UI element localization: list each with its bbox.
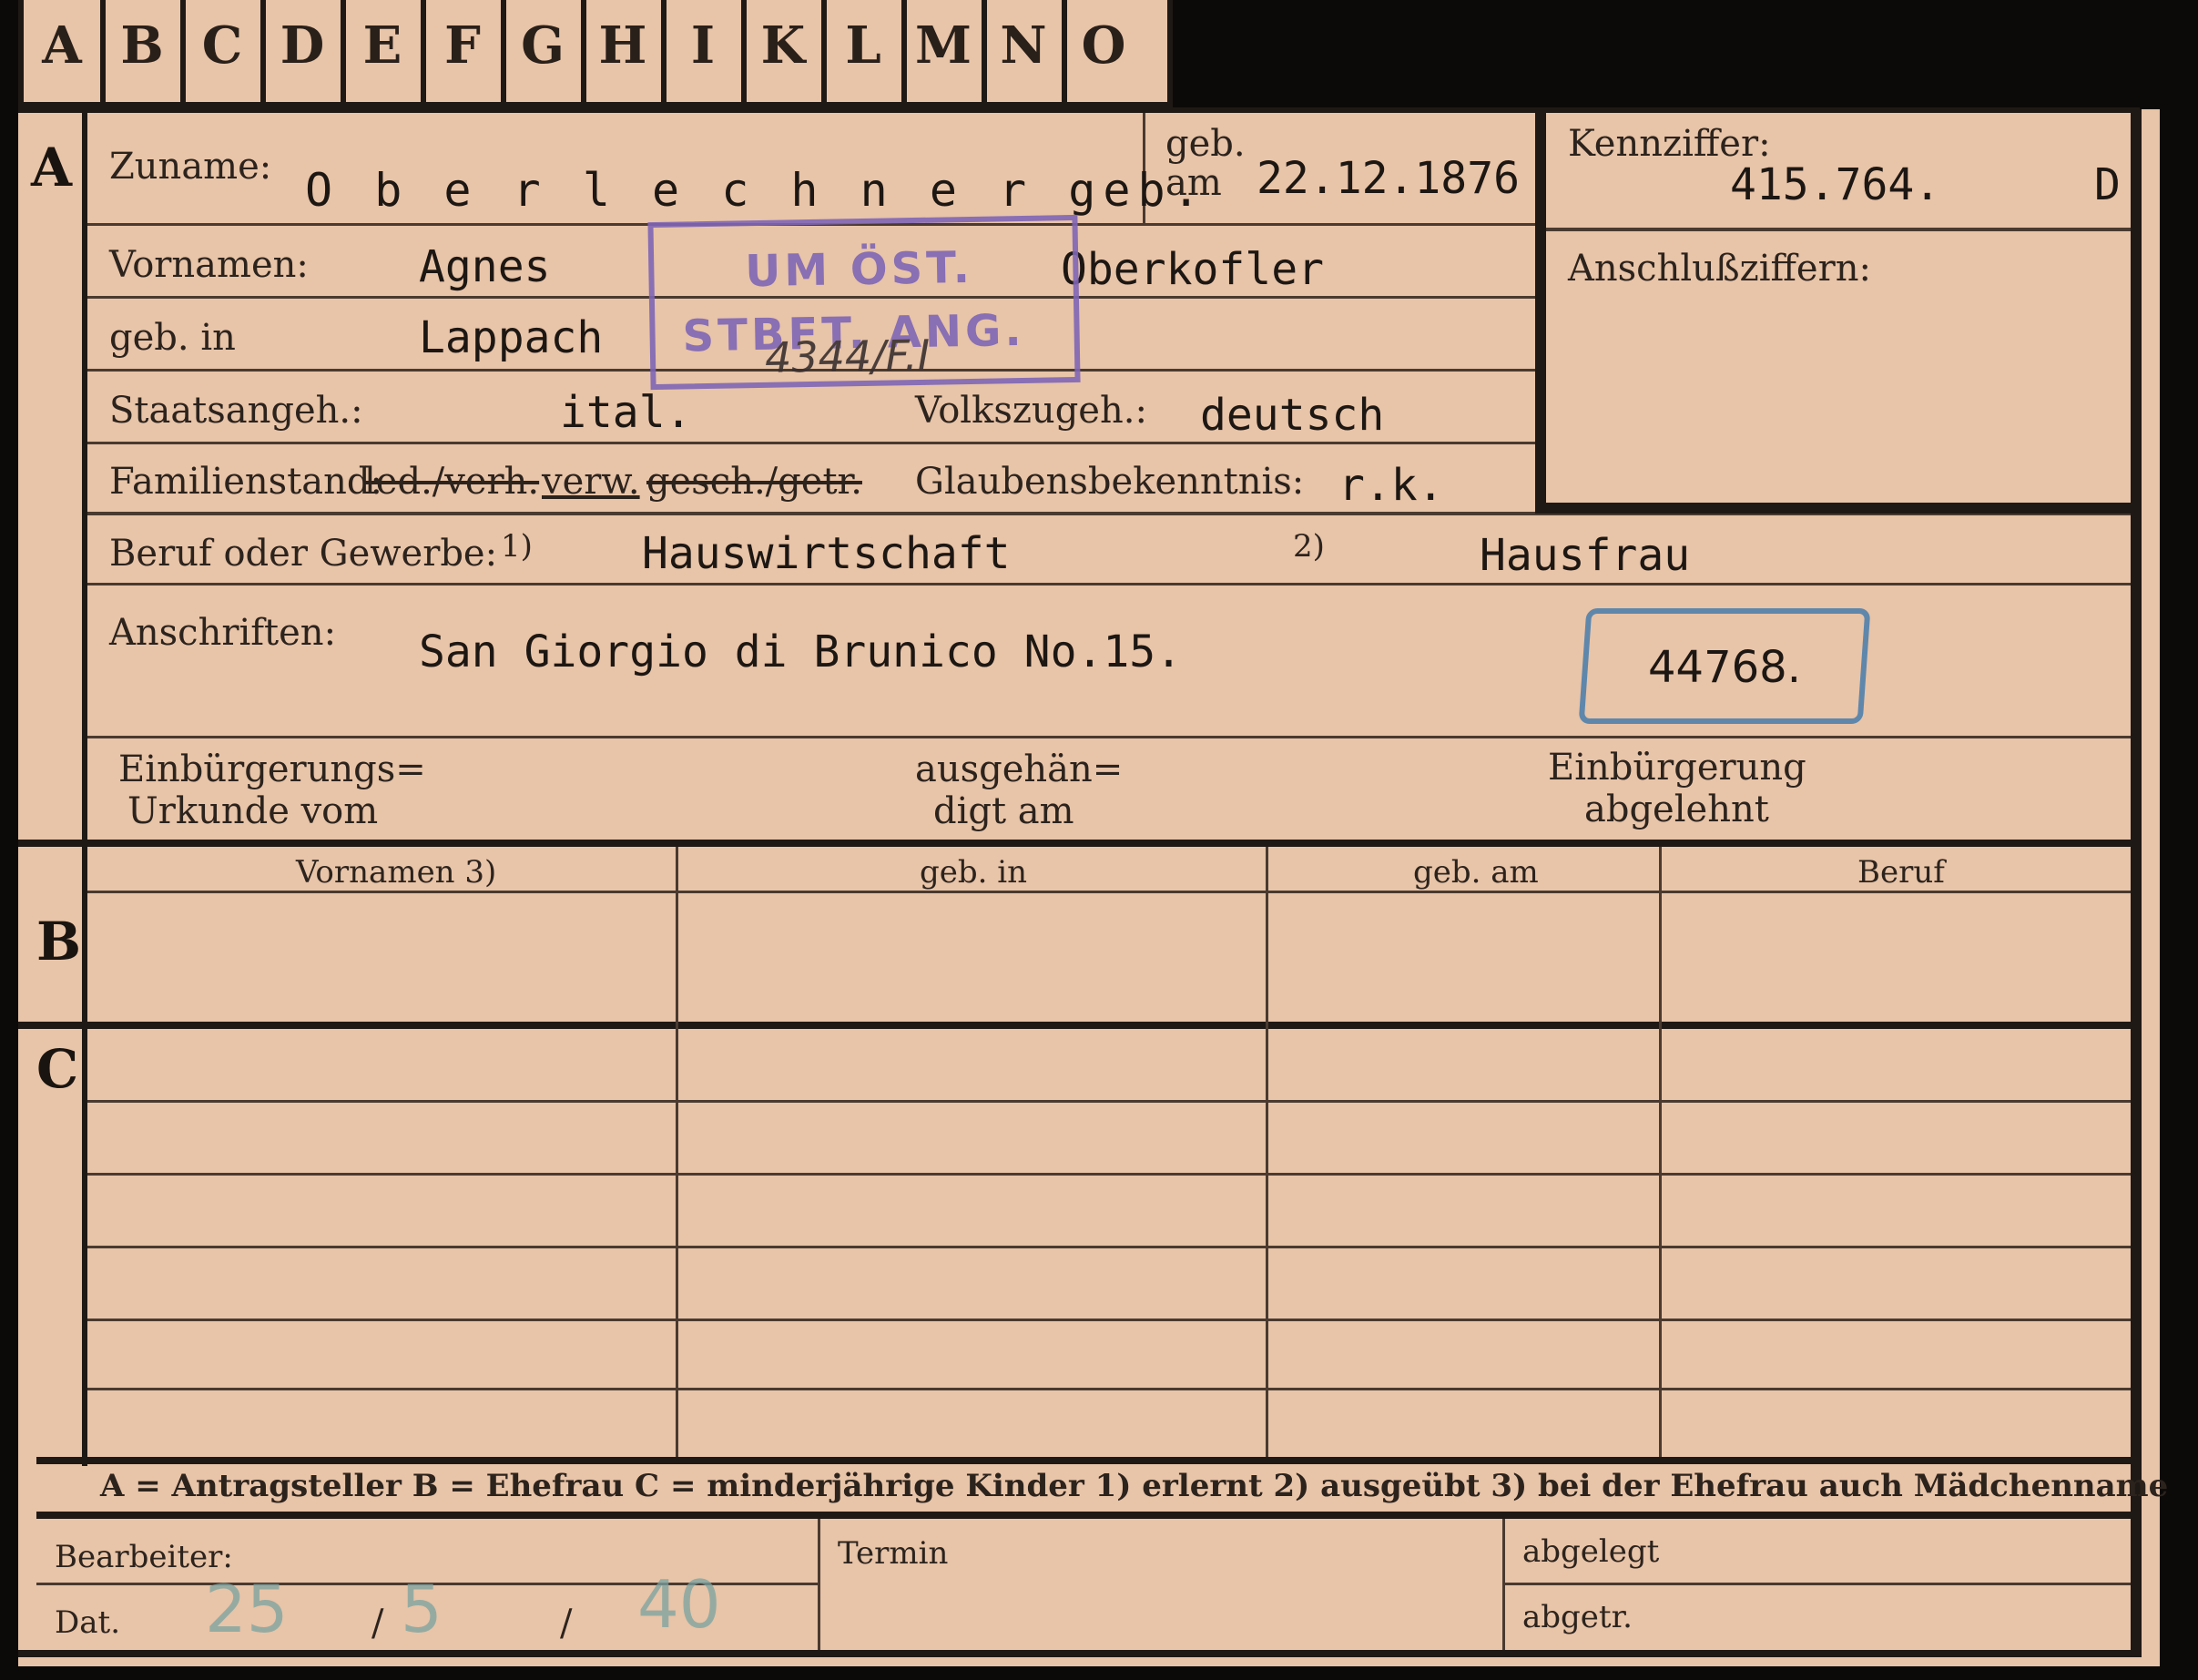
staatsangeh-label: Staatsangeh.: bbox=[109, 390, 363, 432]
row-line bbox=[87, 736, 2131, 738]
dat-label: Dat. bbox=[55, 1604, 121, 1641]
kennziffer-suffix: D bbox=[2094, 159, 2121, 210]
footer-bottom-line bbox=[18, 1650, 2142, 1657]
section-a-letter: A bbox=[31, 137, 73, 199]
tab-d[interactable]: D bbox=[264, 0, 346, 102]
date-separator-2: / bbox=[560, 1603, 573, 1644]
stamp-handwritten: 4344/F.I bbox=[764, 330, 931, 382]
c-row-line bbox=[87, 1100, 2131, 1103]
vornamen-label: Vornamen: bbox=[109, 244, 309, 286]
section-c-letter: C bbox=[36, 1038, 79, 1100]
tab-l[interactable]: L bbox=[825, 0, 907, 102]
birth-date-value: 22.12.1876 bbox=[1257, 153, 1520, 204]
geb-am-label-line2: am bbox=[1165, 162, 1222, 204]
legend-bottom-line bbox=[36, 1512, 2131, 1519]
tab-n[interactable]: N bbox=[985, 0, 1067, 102]
beruf-erlernt-value: Hauswirtschaft bbox=[642, 528, 1011, 579]
stamp-line1: UM ÖST. bbox=[744, 241, 974, 298]
kennziffer-value: 415.764. bbox=[1730, 159, 1941, 210]
familienstand-selected: verw. bbox=[542, 461, 640, 503]
kennziffer-divider bbox=[1546, 228, 2131, 231]
c-row-line bbox=[87, 1319, 2131, 1321]
address-number-value: 44768. bbox=[1648, 642, 1801, 693]
tab-h[interactable]: H bbox=[585, 0, 667, 102]
anschriften-label: Anschriften: bbox=[109, 612, 337, 654]
tab-f[interactable]: F bbox=[424, 0, 506, 102]
b-header-beruf: Beruf bbox=[1857, 854, 1945, 891]
staatsangeh-value: ital. bbox=[560, 387, 692, 438]
anschriften-value: San Giorgio di Brunico No.15. bbox=[419, 626, 1183, 677]
geb-in-value: Lappach bbox=[419, 312, 604, 363]
date-month-handwritten: 5 bbox=[401, 1571, 443, 1647]
kennziffer-box-bottom bbox=[1535, 503, 2131, 514]
geb-in-label: geb. in bbox=[109, 317, 236, 359]
volkszugeh-value: deutsch bbox=[1200, 390, 1385, 441]
tab-g[interactable]: G bbox=[504, 0, 586, 102]
right-frame-line bbox=[2131, 109, 2142, 1657]
c-row-line bbox=[87, 1173, 2131, 1176]
kennziffer-box-left bbox=[1535, 113, 1546, 514]
anschlussziffern-label: Anschlußziffern: bbox=[1568, 248, 1871, 290]
tab-strip: A B C D E F G H I K L M N O bbox=[18, 0, 1173, 107]
tab-b[interactable]: B bbox=[104, 0, 186, 102]
column-line bbox=[1266, 847, 1268, 1457]
date-day-handwritten: 25 bbox=[205, 1571, 289, 1647]
einbuergerung-label-line2: Urkunde vom bbox=[127, 790, 379, 832]
top-frame-line bbox=[18, 107, 2140, 113]
c-row-line bbox=[87, 1388, 2131, 1390]
beruf-footnote-2: 2) bbox=[1293, 528, 1325, 565]
legend-text: A = Antragsteller B = Ehefrau C = minder… bbox=[100, 1468, 2169, 1504]
legend-top-line bbox=[36, 1457, 2131, 1464]
violet-stamp: UM ÖST. STBFT. ANG. 4344/F.I bbox=[647, 214, 1081, 391]
volkszugeh-label: Volkszugeh.: bbox=[915, 390, 1147, 432]
column-line bbox=[676, 847, 678, 1457]
date-year-handwritten: 40 bbox=[637, 1566, 721, 1643]
tab-k[interactable]: K bbox=[745, 0, 827, 102]
familienstand-struck-2: gesch./getr. bbox=[646, 461, 862, 503]
einbuergerung-label-line1: Einbürgerungs= bbox=[118, 748, 426, 790]
glaubens-label: Glaubensbekenntnis: bbox=[915, 461, 1305, 503]
row-line bbox=[87, 583, 2131, 585]
bearbeiter-label: Bearbeiter: bbox=[55, 1539, 233, 1575]
section-b-letter: B bbox=[36, 911, 82, 972]
abgelehnt-label-line1: Einbürgerung bbox=[1548, 747, 1806, 789]
beruf-footnote-1: 1) bbox=[501, 528, 533, 565]
zuname-label: Zuname: bbox=[109, 146, 272, 188]
ausgehaendigt-label-line1: ausgehän= bbox=[915, 748, 1124, 790]
vornamen-value: Agnes bbox=[419, 241, 551, 292]
tab-e[interactable]: E bbox=[344, 0, 426, 102]
c-row-line bbox=[87, 1246, 2131, 1248]
abgelehnt-label-line2: abgelehnt bbox=[1584, 789, 1769, 830]
familienstand-struck-1: led./verh. bbox=[364, 461, 540, 503]
tab-m[interactable]: M bbox=[905, 0, 987, 102]
column-line bbox=[1659, 847, 1662, 1457]
tab-o[interactable]: O bbox=[1065, 0, 1142, 102]
section-a-b-divider bbox=[18, 840, 2131, 847]
beruf-ausgeuebt-value: Hausfrau bbox=[1480, 530, 1691, 581]
beruf-label: Beruf oder Gewerbe: bbox=[109, 533, 498, 575]
tab-i[interactable]: I bbox=[665, 0, 747, 102]
zuname-value: O b e r l e c h n e r geb. bbox=[305, 164, 1207, 217]
footer-col-line bbox=[1502, 1519, 1505, 1655]
b-header-geb-in: geb. in bbox=[920, 854, 1028, 891]
date-separator-1: / bbox=[371, 1603, 384, 1644]
abgetr-label: abgetr. bbox=[1522, 1599, 1633, 1635]
glaubens-value: r.k. bbox=[1338, 460, 1444, 511]
familienstand-label: Familienstand: bbox=[109, 461, 382, 503]
b-header-geb-am: geb. am bbox=[1413, 854, 1539, 891]
ausgehaendigt-label-line2: digt am bbox=[933, 790, 1074, 832]
left-margin-line bbox=[82, 109, 87, 1466]
termin-label: Termin bbox=[838, 1535, 949, 1572]
geb-am-label-line1: geb. bbox=[1165, 123, 1246, 165]
row-line bbox=[87, 442, 1535, 444]
b-header-vornamen: Vornamen 3) bbox=[296, 854, 497, 891]
section-b-c-divider bbox=[18, 1022, 2131, 1029]
footer-row-line bbox=[1505, 1583, 2131, 1585]
footer-col-line bbox=[818, 1519, 820, 1655]
tab-a[interactable]: A bbox=[24, 0, 106, 102]
b-header-line bbox=[87, 891, 2131, 893]
abgelegt-label: abgelegt bbox=[1522, 1533, 1660, 1570]
maiden-name-value: Oberkofler bbox=[1061, 244, 1324, 295]
tab-c[interactable]: C bbox=[184, 0, 266, 102]
